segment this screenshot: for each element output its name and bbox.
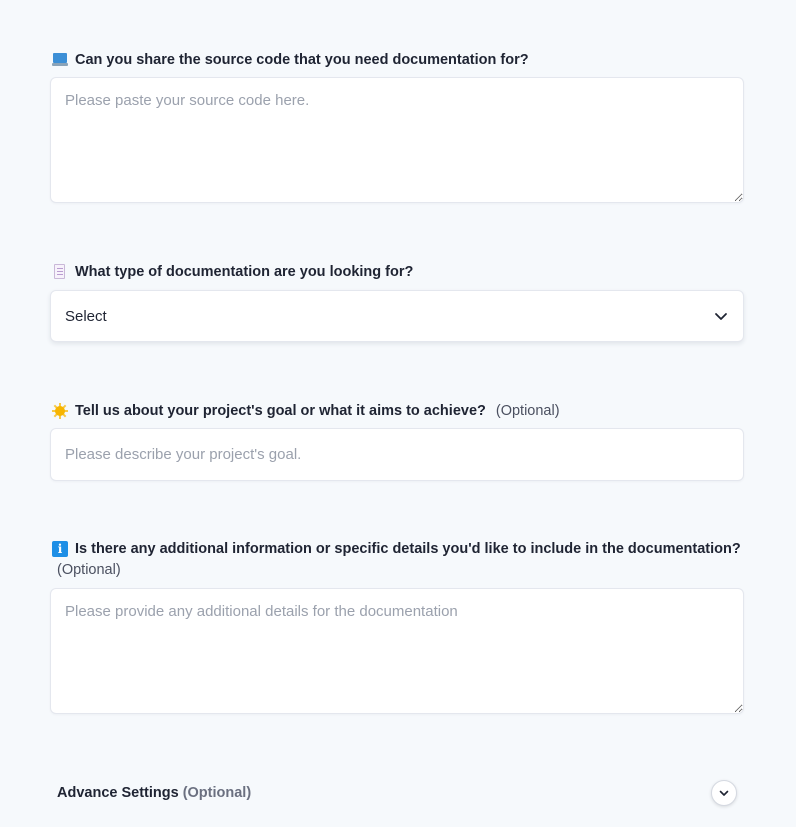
project-goal-field: Tell us about your project's goal or wha… [50, 400, 744, 481]
chevron-down-icon [719, 790, 729, 796]
chevron-down-icon [715, 313, 727, 320]
document-icon [52, 264, 68, 280]
source-code-field: Can you share the source code that you n… [50, 49, 744, 203]
doc-type-label-row: What type of documentation are you looki… [50, 261, 744, 283]
additional-info-optional: (Optional) [57, 562, 121, 578]
project-goal-label-row: Tell us about your project's goal or wha… [50, 400, 744, 422]
laptop-icon [52, 52, 68, 68]
advance-settings-title: Advance Settings [57, 785, 179, 801]
project-goal-label: Tell us about your project's goal or wha… [75, 403, 486, 419]
project-goal-optional: (Optional) [495, 403, 560, 419]
doc-type-selected-value: Select [65, 307, 107, 325]
documentation-form: Can you share the source code that you n… [0, 0, 796, 827]
advance-settings-toggle[interactable] [711, 780, 737, 806]
additional-info-field: i Is there any additional information or… [50, 538, 744, 714]
source-code-textarea[interactable] [50, 77, 744, 203]
advance-settings-optional: (Optional) [182, 785, 252, 801]
advance-settings-label: Advance Settings (Optional) [57, 785, 251, 801]
project-goal-input[interactable] [50, 428, 744, 481]
additional-info-textarea[interactable] [50, 588, 744, 714]
additional-info-label: Is there any additional information or s… [75, 541, 741, 557]
source-code-label: Can you share the source code that you n… [75, 52, 529, 68]
doc-type-field: What type of documentation are you looki… [50, 261, 744, 342]
sun-icon [52, 403, 68, 419]
doc-type-label: What type of documentation are you looki… [75, 264, 414, 280]
source-code-label-row: Can you share the source code that you n… [50, 49, 744, 71]
doc-type-select[interactable]: Select [50, 290, 744, 342]
additional-info-label-row: i Is there any additional information or… [50, 538, 744, 560]
advance-settings-row[interactable]: Advance Settings (Optional) [57, 780, 737, 806]
info-icon: i [52, 541, 68, 557]
